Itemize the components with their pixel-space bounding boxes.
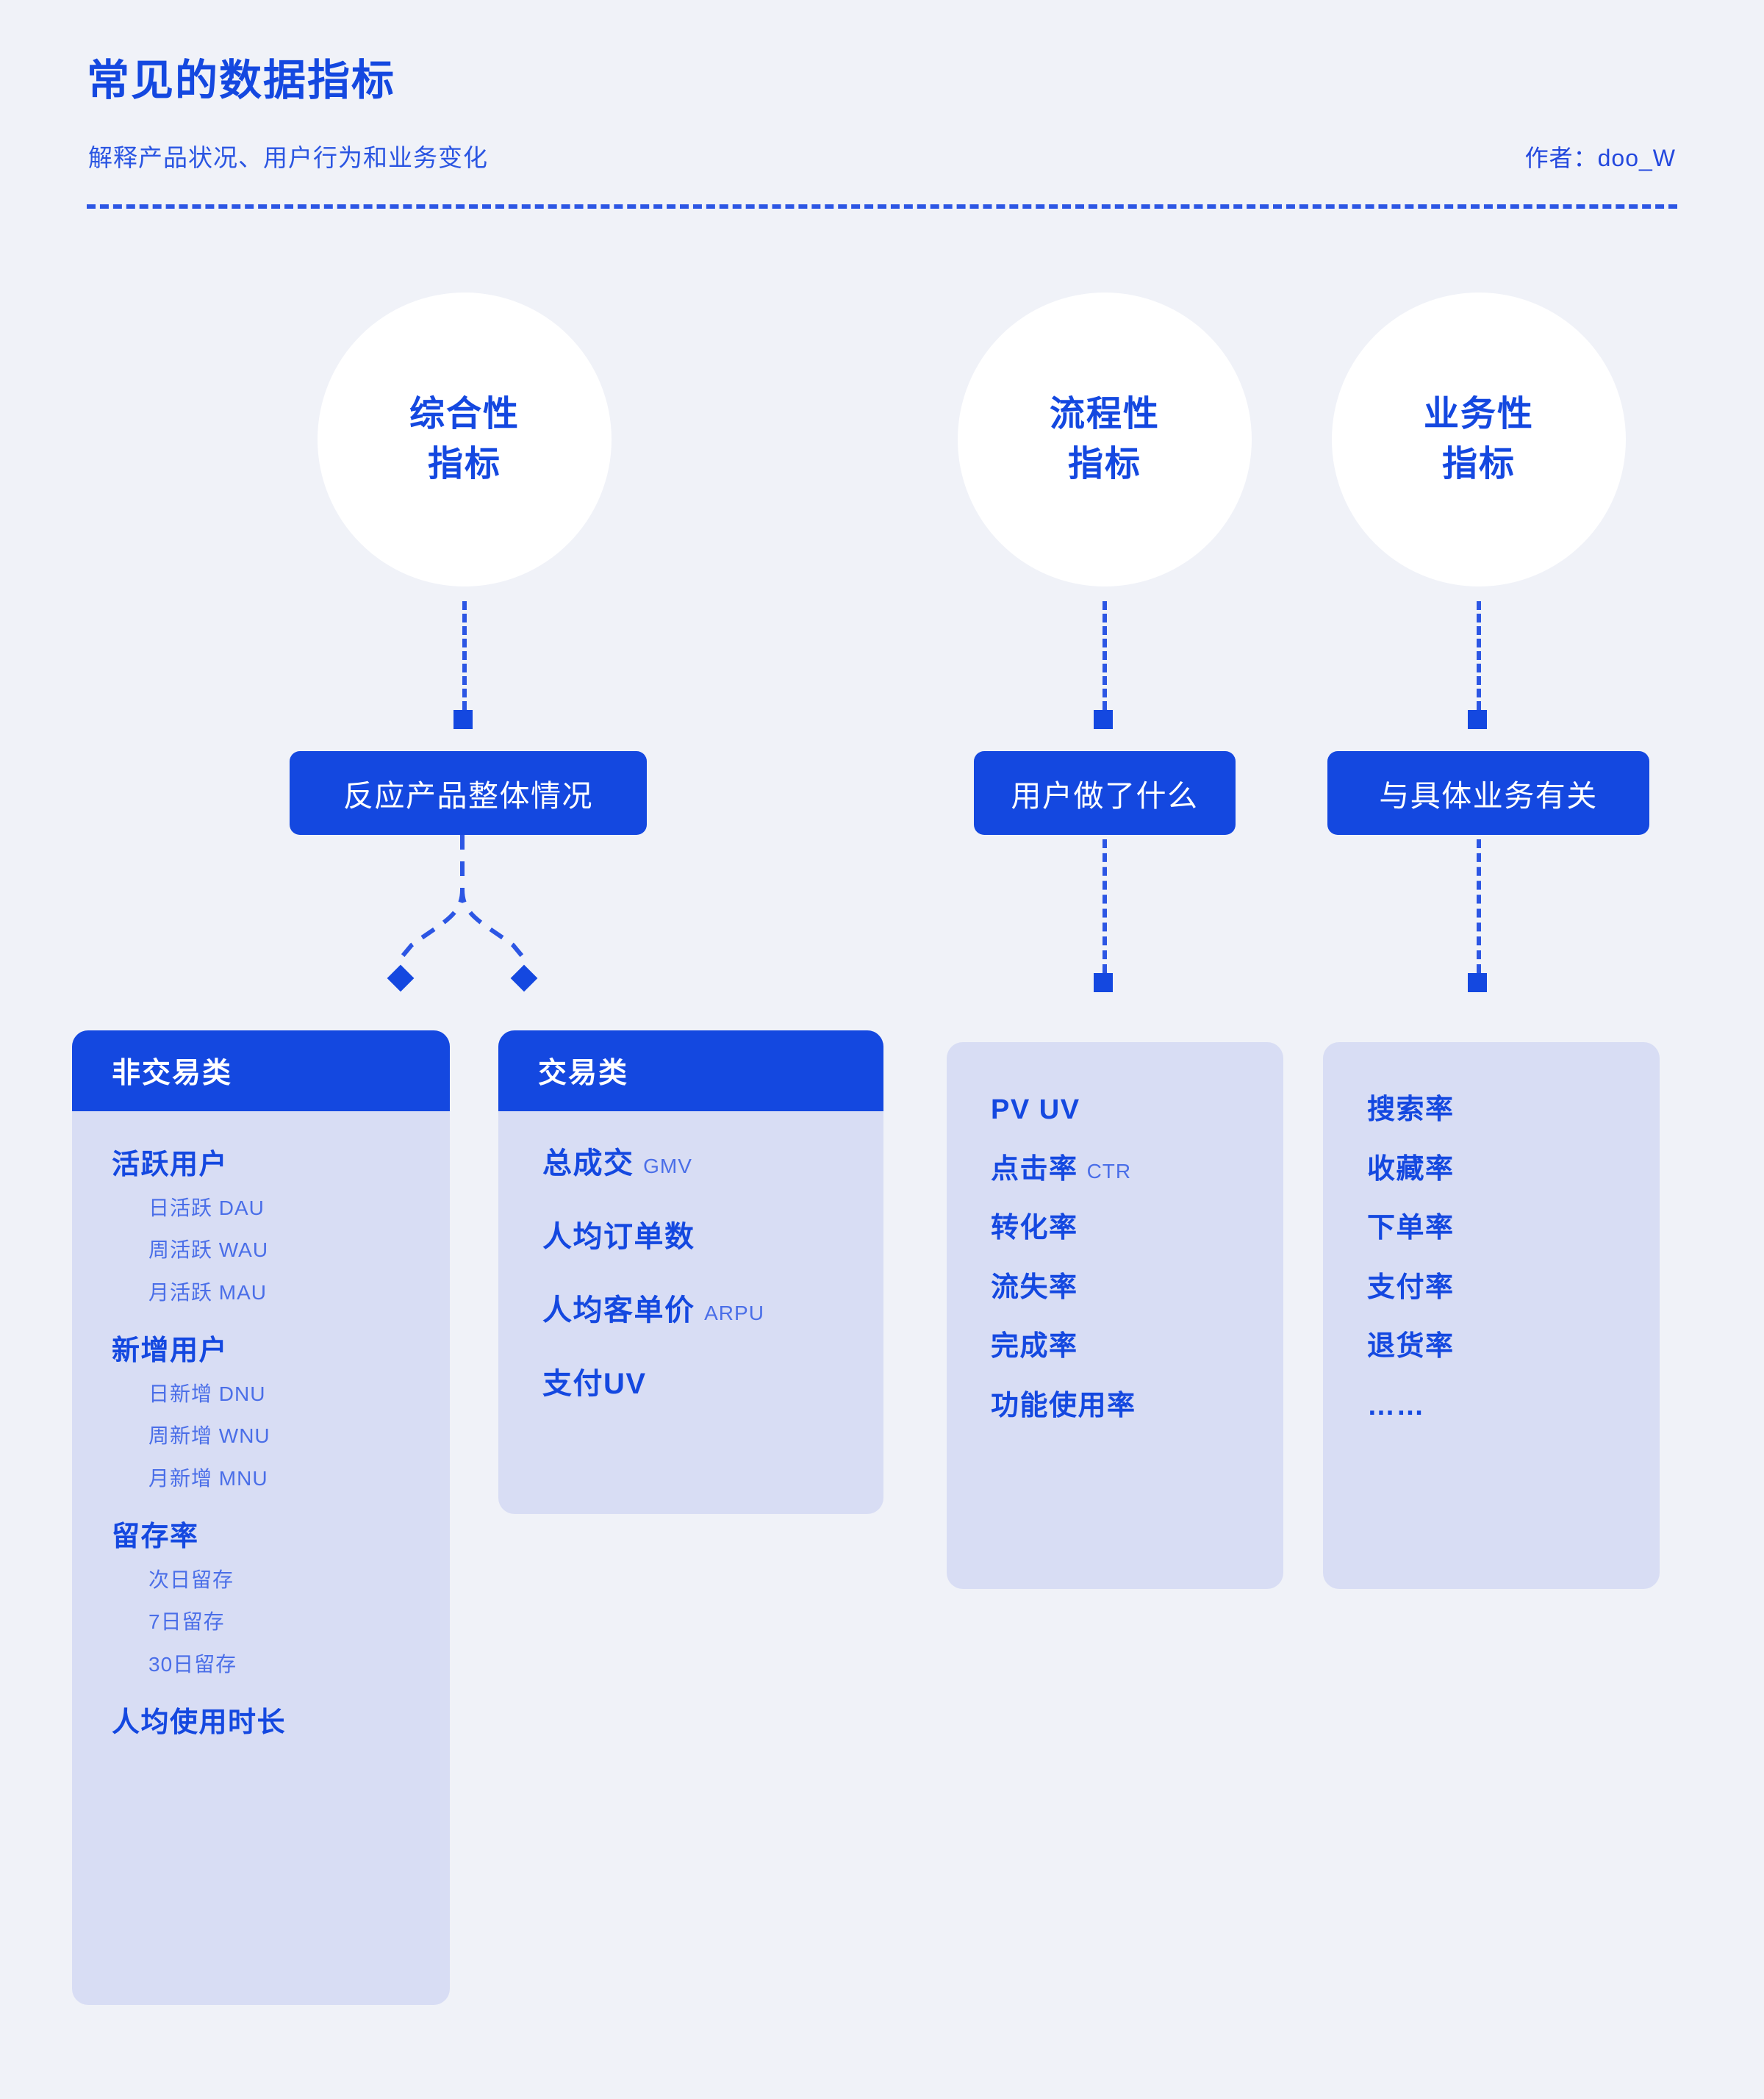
metric-item-return-rate: 退货率 [1367, 1331, 1455, 1363]
infographic-root: 常见的数据指标 解释产品状况、用户行为和业务变化 作者：doo_W 综合性 指标… [0, 0, 1764, 2099]
metric-group-avg-usage-time: 人均使用时长 [72, 1701, 450, 1745]
metric-group-new-users: 新增用户 日新增 DNU 周新增 WNU 月新增 MNU [72, 1330, 450, 1499]
connector-marker-square-3 [1468, 710, 1487, 729]
metric-group-retention: 留存率 次日留存 7日留存 30日留存 [72, 1515, 450, 1685]
connector-marker-square-flow [1094, 973, 1113, 992]
card-header-transaction: 交易类 [498, 1030, 883, 1111]
metric-item-orders-per-user: 人均订单数 [542, 1221, 695, 1253]
group-item: 月活跃 MAU [148, 1280, 268, 1304]
group-title: 留存率 [112, 1521, 199, 1553]
group-item: 月新增 MNU [148, 1466, 268, 1490]
connector-branch-split [398, 835, 526, 960]
card-process-metrics: PV UV 点击率 CTR 转化率 流失率 完成率 功能使用率 [947, 1042, 1283, 1589]
connector-circle-to-pill-2 [1102, 601, 1107, 710]
header-divider [87, 204, 1677, 209]
metric-item-ctr: 点击率 CTR [991, 1153, 1132, 1185]
author-label: 作者：doo_W [1524, 145, 1676, 171]
metric-item-payment-uv: 支付UV [542, 1368, 647, 1400]
group-item: 周活跃 WAU [148, 1238, 269, 1262]
card-header-non-transaction: 非交易类 [72, 1030, 450, 1111]
metric-item-churn-rate: 流失率 [991, 1271, 1078, 1303]
group-title: 活跃用户 [112, 1149, 229, 1180]
card-body-business: 搜索率 收藏率 下单率 支付率 退货率 …… [1323, 1042, 1660, 1477]
card-body-non-transaction: 活跃用户 日活跃 DAU 周活跃 WAU 月活跃 MAU 新增用户 日新增 DN… [72, 1111, 450, 1774]
card-business-metrics: 搜索率 收藏率 下单率 支付率 退货率 …… [1323, 1042, 1660, 1589]
pill-what-user-did: 用户做了什么 [974, 751, 1236, 835]
card-body-transaction: 总成交 GMV 人均订单数 人均客单价 ARPU 支付UV [498, 1111, 883, 1436]
metric-item-ellipsis: …… [1367, 1390, 1425, 1421]
metric-item-search-rate: 搜索率 [1367, 1094, 1455, 1125]
card-non-transaction: 非交易类 活跃用户 日活跃 DAU 周活跃 WAU 月活跃 MAU 新增用户 日… [72, 1030, 450, 2005]
group-item: 日新增 DNU [148, 1382, 266, 1405]
page-subtitle: 解释产品状况、用户行为和业务变化 [88, 144, 488, 171]
metric-item-pv-uv: PV UV [991, 1094, 1080, 1125]
pill-reflects-overall-product: 反应产品整体情况 [290, 751, 647, 835]
metric-item-order-rate: 下单率 [1367, 1213, 1455, 1244]
metric-item-gmv: 总成交 GMV [542, 1147, 692, 1180]
connector-circle-to-pill-3 [1477, 601, 1481, 710]
group-title: 新增用户 [112, 1335, 229, 1367]
page-title: 常见的数据指标 [87, 57, 396, 104]
connector-pill-to-card-biz [1477, 839, 1481, 973]
circle-label-comprehensive: 综合性 指标 [409, 394, 520, 484]
group-item: 日活跃 DAU [148, 1196, 265, 1219]
group-item: 周新增 WNU [148, 1424, 270, 1448]
connector-marker-square-biz [1468, 973, 1487, 992]
group-item: 30日留存 [148, 1652, 237, 1676]
category-circle-process: 流程性 指标 [958, 293, 1252, 586]
circle-label-process: 流程性 指标 [1049, 394, 1160, 484]
metric-item-favorite-rate: 收藏率 [1367, 1153, 1455, 1185]
group-item: 次日留存 [148, 1568, 234, 1592]
connector-marker-square-2 [1094, 710, 1113, 729]
metric-item-payment-rate: 支付率 [1367, 1271, 1455, 1303]
circle-label-business: 业务性 指标 [1423, 394, 1534, 484]
connector-circle-to-pill-1 [462, 601, 467, 710]
group-item: 7日留存 [148, 1610, 225, 1634]
connector-marker-square-1 [453, 710, 473, 729]
card-body-process: PV UV 点击率 CTR 转化率 流失率 完成率 功能使用率 [947, 1042, 1283, 1477]
connector-pill-to-card-flow [1102, 839, 1107, 973]
category-circle-comprehensive: 综合性 指标 [318, 293, 612, 586]
pill-related-to-business: 与具体业务有关 [1327, 751, 1649, 835]
metric-item-conversion-rate: 转化率 [991, 1213, 1078, 1244]
category-circle-business: 业务性 指标 [1332, 293, 1626, 586]
group-title: 人均使用时长 [112, 1707, 287, 1739]
metric-item-completion-rate: 完成率 [991, 1331, 1078, 1363]
metric-item-feature-usage-rate: 功能使用率 [991, 1390, 1136, 1421]
metric-item-arpu: 人均客单价 ARPU [542, 1294, 764, 1327]
metric-group-active-users: 活跃用户 日活跃 DAU 周活跃 WAU 月活跃 MAU [72, 1144, 450, 1313]
card-transaction: 交易类 总成交 GMV 人均订单数 人均客单价 ARPU 支付UV [498, 1030, 883, 1514]
